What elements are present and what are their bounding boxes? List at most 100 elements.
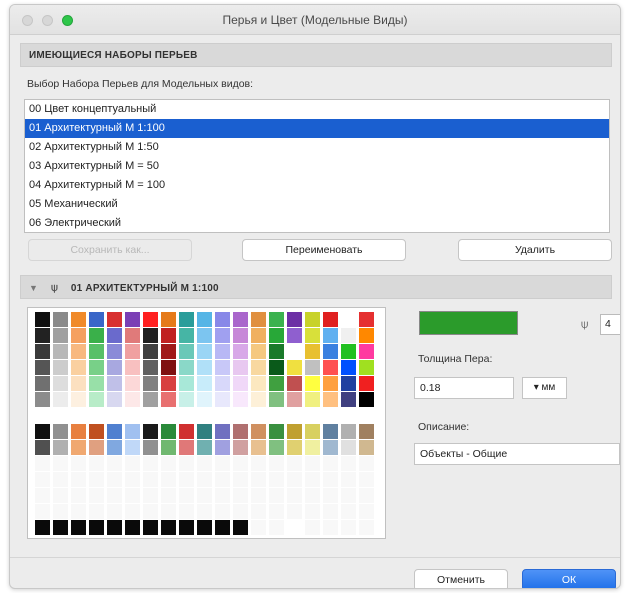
color-swatch[interactable] — [359, 456, 374, 471]
color-swatch[interactable] — [71, 360, 86, 375]
color-swatch[interactable] — [197, 520, 212, 535]
color-swatch[interactable] — [125, 472, 140, 487]
color-swatch[interactable] — [71, 312, 86, 327]
cancel-button[interactable]: Отменить — [414, 569, 508, 588]
list-item[interactable]: 06 Электрический — [25, 214, 609, 232]
color-swatch[interactable] — [269, 408, 284, 423]
color-swatch[interactable] — [287, 376, 302, 391]
color-swatch[interactable] — [359, 392, 374, 407]
color-swatch[interactable] — [143, 504, 158, 519]
color-swatch[interactable] — [179, 440, 194, 455]
color-swatch[interactable] — [215, 424, 230, 439]
color-swatch[interactable] — [287, 344, 302, 359]
color-swatch[interactable] — [359, 472, 374, 487]
color-swatch[interactable] — [233, 312, 248, 327]
color-swatch[interactable] — [125, 440, 140, 455]
list-item[interactable]: 03 Архитектурный М = 50 — [25, 157, 609, 176]
color-swatch[interactable] — [35, 472, 50, 487]
ok-button[interactable]: ОК — [522, 569, 616, 588]
color-swatch[interactable] — [215, 312, 230, 327]
color-swatch[interactable] — [251, 472, 266, 487]
color-swatch[interactable] — [269, 520, 284, 535]
color-swatch[interactable] — [233, 360, 248, 375]
color-swatch[interactable] — [269, 504, 284, 519]
list-item[interactable]: 00 Цвет концептуальный — [25, 100, 609, 119]
color-swatch[interactable] — [89, 440, 104, 455]
color-swatch[interactable] — [269, 344, 284, 359]
color-swatch[interactable] — [341, 376, 356, 391]
list-item[interactable]: 05 Механический — [25, 195, 609, 214]
color-swatch[interactable] — [197, 360, 212, 375]
color-swatch[interactable] — [161, 504, 176, 519]
color-swatch[interactable] — [125, 392, 140, 407]
color-swatch[interactable] — [35, 360, 50, 375]
color-swatch[interactable] — [305, 488, 320, 503]
color-swatch[interactable] — [341, 360, 356, 375]
color-swatch[interactable] — [89, 376, 104, 391]
color-swatch[interactable] — [197, 344, 212, 359]
color-swatch[interactable] — [89, 328, 104, 343]
color-swatch[interactable] — [71, 344, 86, 359]
color-swatch[interactable] — [197, 408, 212, 423]
color-swatch[interactable] — [287, 312, 302, 327]
color-swatch[interactable] — [161, 312, 176, 327]
color-swatch[interactable] — [71, 488, 86, 503]
unit-selector[interactable]: ▾ мм — [522, 377, 567, 399]
pen-number-field[interactable]: 4 — [600, 314, 620, 335]
color-swatch[interactable] — [143, 376, 158, 391]
color-swatch[interactable] — [287, 360, 302, 375]
color-swatch[interactable] — [323, 424, 338, 439]
color-swatch[interactable] — [341, 440, 356, 455]
color-swatch[interactable] — [359, 344, 374, 359]
color-swatch[interactable] — [323, 440, 338, 455]
color-swatch[interactable] — [323, 312, 338, 327]
color-swatch[interactable] — [53, 360, 68, 375]
color-swatch[interactable] — [107, 520, 122, 535]
color-swatch[interactable] — [71, 328, 86, 343]
color-swatch[interactable] — [269, 488, 284, 503]
color-swatch[interactable] — [179, 472, 194, 487]
color-swatch[interactable] — [125, 456, 140, 471]
pen-set-header[interactable]: ▼ ⍦ 01 АРХИТЕКТУРНЫЙ М 1:100 — [20, 275, 612, 299]
color-swatch[interactable] — [161, 328, 176, 343]
list-item[interactable]: 02 Архитектурный М 1:50 — [25, 138, 609, 157]
color-swatch[interactable] — [179, 344, 194, 359]
current-color-swatch[interactable] — [419, 311, 518, 335]
color-swatch[interactable] — [143, 360, 158, 375]
color-swatch[interactable] — [287, 392, 302, 407]
color-swatch[interactable] — [251, 392, 266, 407]
color-swatch[interactable] — [215, 376, 230, 391]
color-swatch[interactable] — [323, 504, 338, 519]
color-swatch[interactable] — [125, 312, 140, 327]
color-swatch[interactable] — [305, 472, 320, 487]
color-swatch[interactable] — [341, 392, 356, 407]
color-swatch[interactable] — [107, 392, 122, 407]
color-swatch[interactable] — [215, 408, 230, 423]
color-swatch[interactable] — [251, 312, 266, 327]
color-swatch[interactable] — [269, 312, 284, 327]
save-as-button[interactable]: Сохранить как... — [28, 239, 192, 261]
color-swatch[interactable] — [287, 520, 302, 535]
color-swatch[interactable] — [341, 504, 356, 519]
color-swatch[interactable] — [323, 376, 338, 391]
color-swatch[interactable] — [53, 440, 68, 455]
color-swatch[interactable] — [251, 424, 266, 439]
color-swatch[interactable] — [89, 360, 104, 375]
color-swatch[interactable] — [143, 328, 158, 343]
disclosure-triangle-icon[interactable]: ▼ — [29, 283, 38, 293]
color-swatch[interactable] — [287, 472, 302, 487]
color-swatch[interactable] — [143, 392, 158, 407]
color-swatch[interactable] — [359, 312, 374, 327]
color-swatch[interactable] — [35, 440, 50, 455]
color-swatch[interactable] — [53, 472, 68, 487]
color-swatch[interactable] — [305, 424, 320, 439]
color-swatch[interactable] — [233, 328, 248, 343]
color-swatch[interactable] — [359, 360, 374, 375]
color-swatch[interactable] — [287, 456, 302, 471]
color-swatch[interactable] — [233, 376, 248, 391]
color-swatch[interactable] — [125, 360, 140, 375]
color-swatch[interactable] — [125, 504, 140, 519]
color-swatch[interactable] — [269, 440, 284, 455]
color-swatch[interactable] — [35, 376, 50, 391]
color-swatch[interactable] — [89, 488, 104, 503]
